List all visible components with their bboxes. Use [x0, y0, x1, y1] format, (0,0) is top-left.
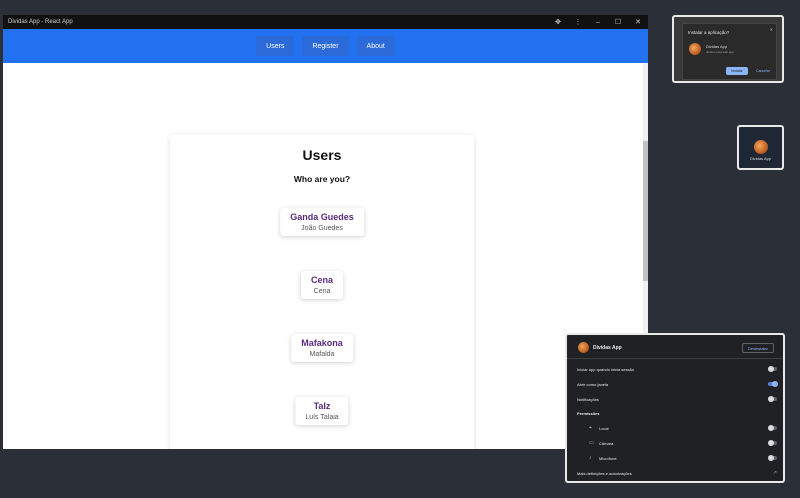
install-dialog-thumbnail[interactable]: Instalar a aplicação? ✕ Dividas App divi…: [672, 15, 784, 83]
install-button[interactable]: Instalar: [726, 67, 748, 75]
setting-start-on-login[interactable]: Iniciar app quando inicia sessão: [577, 364, 777, 374]
nav-users[interactable]: Users: [256, 36, 295, 56]
setting-notifications[interactable]: Notificações: [577, 394, 777, 404]
toggle-switch[interactable]: [768, 366, 777, 372]
puzzle-icon[interactable]: ✥: [548, 15, 568, 29]
toggle-switch[interactable]: [768, 455, 777, 461]
user-card-ganda-guedes[interactable]: Ganda Guedes João Guedes: [280, 208, 364, 236]
user-card-talz[interactable]: Talz Luís Talaia: [295, 397, 349, 425]
camera-icon: ▭: [589, 440, 594, 446]
divider: [567, 358, 783, 359]
close-icon[interactable]: ✕: [628, 15, 648, 29]
location-pin-icon: ⌖: [589, 425, 592, 431]
app-settings-panel: Dividas App Desinstalar Iniciar app quan…: [565, 333, 785, 483]
user-card-mafakona[interactable]: Mafakona Mafalda: [291, 334, 353, 362]
user-real-name: Luís Talaia: [305, 414, 339, 421]
install-app-url: dividas-pwa.web.app: [706, 50, 735, 54]
nav-register[interactable]: Register: [302, 36, 349, 56]
page-subtitle: Who are you?: [293, 174, 351, 184]
permission-label: Câmara: [599, 440, 614, 446]
close-icon[interactable]: ✕: [770, 27, 773, 32]
shortcut-label: Dividas App: [749, 156, 772, 161]
install-app-name: Dividas App: [706, 44, 728, 49]
scrollbar-thumb[interactable]: [643, 141, 648, 281]
user-name: Ganda Guedes: [290, 212, 354, 222]
app-window: Dividas App - React App ✥ ⋮ – ☐ ✕ Users …: [3, 15, 648, 449]
app-shortcut-thumbnail[interactable]: Dividas App: [737, 125, 784, 170]
permission-microphone[interactable]: ♪ Microfone: [589, 453, 777, 463]
more-settings-label: Mais definições e autorizações: [577, 470, 632, 476]
external-link-icon: ↗: [772, 470, 777, 476]
setting-label: Abrir como janela: [577, 381, 609, 387]
app-logo-icon: [578, 342, 589, 353]
permission-label: Local: [599, 425, 609, 431]
permission-location[interactable]: ⌖ Local: [589, 423, 777, 433]
settings-app-name: Dividas App: [593, 345, 622, 351]
maximize-icon[interactable]: ☐: [608, 15, 628, 29]
menu-dots-icon[interactable]: ⋮: [568, 15, 588, 29]
permission-camera[interactable]: ▭ Câmara: [589, 438, 777, 448]
minimize-icon[interactable]: –: [588, 15, 608, 29]
install-dialog-title: Instalar a aplicação?: [688, 30, 730, 35]
setting-open-as-window[interactable]: Abrir como janela: [577, 379, 778, 389]
toggle-switch[interactable]: [768, 440, 777, 446]
page-title: Users: [302, 147, 342, 163]
toggle-switch[interactable]: [768, 425, 777, 431]
uninstall-button[interactable]: Desinstalar: [742, 343, 774, 353]
title-bar: Dividas App - React App ✥ ⋮ – ☐ ✕: [3, 15, 648, 29]
user-card-cena[interactable]: Cena Cena: [300, 271, 344, 299]
toggle-switch[interactable]: [768, 396, 777, 402]
more-settings-link[interactable]: Mais definições e autorizações ↗: [577, 468, 777, 478]
user-real-name: João Guedes: [301, 225, 343, 232]
user-name: Mafakona: [301, 338, 343, 348]
permissions-heading: Permissões: [577, 411, 600, 416]
microphone-icon: ♪: [589, 455, 592, 461]
nav-about[interactable]: About: [356, 36, 395, 56]
users-card: Users Who are you? Ganda Guedes João Gue…: [170, 135, 474, 449]
user-name: Talz: [313, 401, 331, 411]
top-navbar: Users Register About: [3, 29, 648, 63]
user-real-name: Mafalda: [309, 351, 335, 358]
page-content: Users Who are you? Ganda Guedes João Gue…: [3, 63, 643, 449]
install-dialog: Instalar a aplicação? ✕ Dividas App divi…: [682, 23, 777, 80]
toggle-switch[interactable]: [768, 381, 778, 387]
app-logo-icon: [754, 140, 768, 154]
window-title: Dividas App - React App: [8, 19, 73, 25]
cancel-button[interactable]: Cancelar: [753, 67, 773, 75]
setting-label: Iniciar app quando inicia sessão: [577, 366, 634, 372]
user-name: Cena: [310, 275, 334, 285]
permission-label: Microfone: [599, 455, 617, 461]
setting-label: Notificações: [577, 396, 599, 402]
user-real-name: Cena: [313, 288, 331, 295]
app-logo-icon: [689, 43, 701, 55]
